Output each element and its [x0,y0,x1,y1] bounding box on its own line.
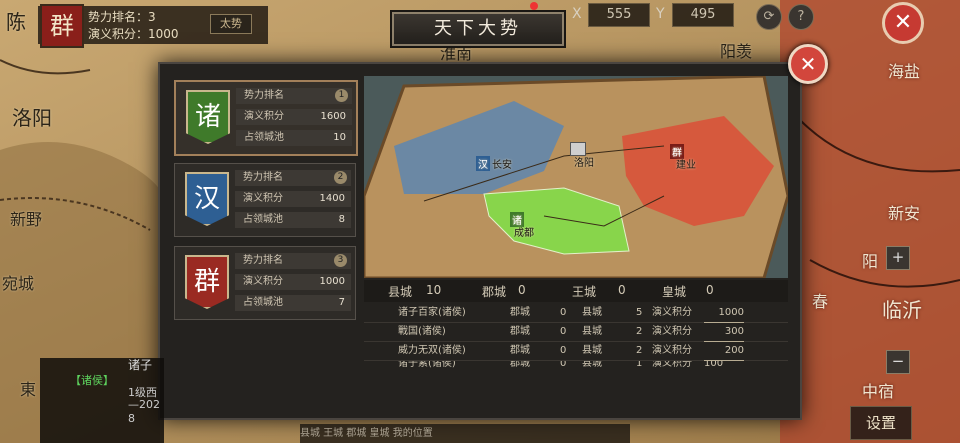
city-jianye[interactable]: 建业 [676,156,696,171]
zoom-out-button[interactable]: − [886,350,910,374]
faction-score: 演义积分：1000 [88,27,179,41]
map-label: 阳羡 [720,42,753,61]
imperial-city-value: 0 [706,283,714,297]
close-icon[interactable]: ✕ [882,2,924,44]
faction-flag-icon: 汉 [185,172,229,226]
rank-badge-icon: 2 [334,171,347,184]
prefecture-value: 0 [518,283,526,297]
table-row[interactable]: 威力无双(诸侯) 郡城 0 县城 2 演义积分 200 [364,342,788,361]
map-label: 海盐 [888,62,921,81]
county-label: 县城 [388,285,413,299]
map-label: 新野 [10,210,43,229]
event-panel[interactable]: 【诸侯】 诸子 1级西 —202 8 [40,358,164,443]
x-coord-input[interactable]: 555 [588,3,650,27]
score-row: 演义积分 1000 [235,274,351,290]
map-label: 临沂 [882,298,922,322]
settings-button[interactable]: 设置 [850,406,912,440]
overview-button[interactable]: 太势 [210,14,252,34]
event-line: —202 [128,398,160,411]
dialog-close-button[interactable]: ✕ [788,44,828,84]
map-label: 東 [20,380,37,399]
map-label: 阳 [862,252,879,271]
prefecture-label: 郡城 [482,285,507,299]
rank-row: 势力排名 2 [235,170,351,186]
rank-badge-icon: 1 [335,89,348,102]
rank-row: 势力排名 3 [235,253,351,269]
faction-flag-icon: 群 [185,255,229,309]
zoom-in-button[interactable]: + [886,246,910,270]
cities-row: 占领城池 8 [235,212,351,228]
map-label: 新安 [888,204,921,223]
notification-dot-icon [530,2,538,10]
x-coord-label: X [572,6,582,22]
overview-map[interactable]: 汉 长安 洛阳 群 建业 诸 成都 [364,76,788,278]
event-line: 8 [128,412,135,425]
cities-row: 占领城池 7 [235,295,351,311]
score-row: 演义积分 1600 [236,109,352,125]
faction-flag-icon[interactable]: 群 [40,4,84,48]
city-count-summary: 县城 10 郡城 0 王城 0 皇城 0 [364,280,788,302]
faction-flag-icon: 诸 [186,90,230,144]
score-row: 演义积分 1400 [235,191,351,207]
help-icon[interactable]: ? [788,4,814,30]
rank-row: 势力排名 1 [236,88,352,104]
han-flag-icon: 汉 [476,156,490,171]
map-legend-bar: 县城 王城 郡城 皇城 我的位置 [300,424,630,443]
cities-row: 占领城池 10 [236,130,352,146]
event-tag: 【诸侯】 [70,374,114,387]
city-luoyang[interactable]: 洛阳 [574,154,594,169]
table-row[interactable]: 戰国(诸侯) 郡城 0 县城 2 演义积分 300 [364,323,788,342]
map-label: 中宿 [862,382,895,401]
king-city-value: 0 [618,283,626,297]
y-coord-label: Y [656,6,665,22]
faction-card-han[interactable]: 汉 势力排名 2 演义积分 1400 占领城池 8 [174,163,356,237]
table-row[interactable]: 诸子素(诸侯) 郡城 0 县城 1 演义积分 100 [364,361,788,371]
imperial-city-label: 皇城 [662,285,687,299]
goto-icon[interactable]: ⟳ [756,4,782,30]
table-row[interactable]: 诸子百家(诸侯) 郡城 0 县城 5 演义积分 1000 [364,304,788,323]
city-changan[interactable]: 长安 [492,156,512,171]
map-label: 春 [812,292,829,311]
king-city-label: 王城 [572,285,597,299]
county-value: 10 [426,283,442,297]
faction-card-qun[interactable]: 群 势力排名 3 演义积分 1000 占领城池 7 [174,246,356,320]
map-label: 宛城 [2,274,35,293]
rank-badge-icon: 3 [334,254,347,267]
faction-rank: 势力排名：3 [88,10,156,24]
map-label: 洛阳 [12,106,52,130]
faction-card-zhu[interactable]: 诸 势力排名 1 演义积分 1600 占领城池 10 [174,80,358,156]
dialog-title: 天下大势 [392,12,564,46]
city-chengdu[interactable]: 成都 [514,224,534,239]
event-line: 诸子 [128,358,153,372]
map-label: 陈 [6,10,26,34]
y-coord-input[interactable]: 495 [672,3,734,27]
